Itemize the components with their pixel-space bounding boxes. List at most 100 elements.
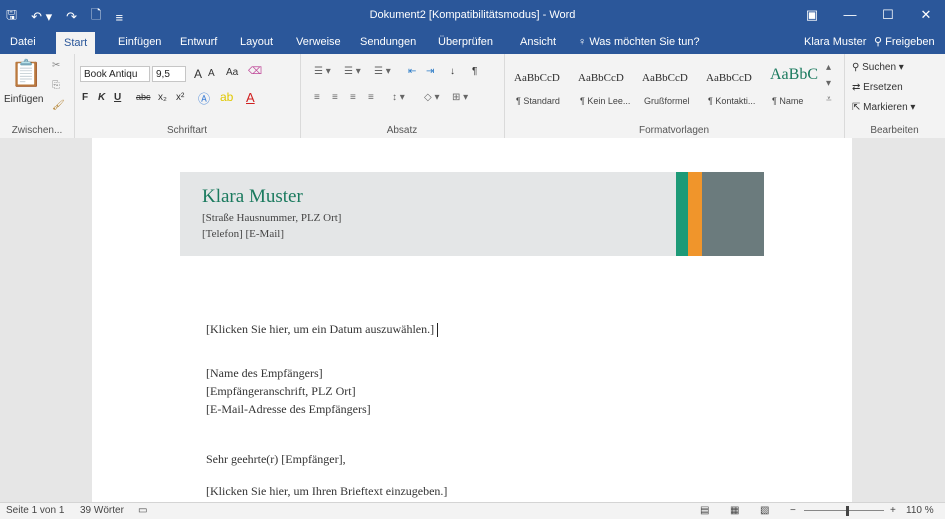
styles-scroll-up-icon[interactable]: ▴ bbox=[826, 62, 831, 73]
date-placeholder[interactable]: [Klicken Sie hier, um ein Datum auszuwäh… bbox=[206, 322, 439, 338]
recipient-name[interactable]: [Name des Empfängers] bbox=[206, 366, 323, 381]
person-icon: ⚲ bbox=[874, 36, 886, 48]
style-sample: AaBbCcD bbox=[578, 72, 624, 84]
bullets-icon[interactable]: ☰ ▾ bbox=[314, 66, 331, 77]
paste-icon[interactable]: 📋 bbox=[10, 58, 42, 89]
superscript-button[interactable]: x² bbox=[176, 92, 184, 103]
style-standard[interactable]: AaBbCcD ¶ Standard bbox=[514, 60, 576, 110]
document-page[interactable]: Klara Muster [Straße Hausnummer, PLZ Ort… bbox=[92, 138, 852, 502]
style-kontaktinfo[interactable]: AaBbCcD ¶ Kontakti... bbox=[706, 60, 768, 110]
tab-entwurf[interactable]: Entwurf bbox=[180, 30, 217, 54]
strikethrough-button[interactable]: abc bbox=[136, 92, 151, 102]
zoom-slider[interactable] bbox=[804, 510, 884, 511]
tab-ueberpruefen[interactable]: Überprüfen bbox=[438, 30, 493, 54]
zoom-in-icon[interactable]: + bbox=[890, 505, 896, 516]
styles-more-icon[interactable]: ⩡ bbox=[826, 94, 832, 105]
tab-verweise[interactable]: Verweise bbox=[296, 30, 341, 54]
user-name[interactable]: Klara Muster bbox=[804, 30, 866, 54]
group-styles: AaBbCcD ¶ Standard AaBbCcD ¶ Kein Lee...… bbox=[504, 54, 845, 138]
style-sample: AaBbCcD bbox=[642, 72, 688, 84]
justify-icon[interactable]: ≡ bbox=[368, 92, 374, 103]
align-left-icon[interactable]: ≡ bbox=[314, 92, 320, 103]
letter-body[interactable]: [Klicken Sie hier, um Ihren Brieftext ei… bbox=[206, 484, 447, 499]
show-marks-icon[interactable]: ¶ bbox=[472, 66, 477, 77]
paragraph-group-label: Absatz bbox=[386, 125, 418, 136]
read-mode-icon[interactable]: ▤ bbox=[700, 505, 709, 516]
increase-indent-icon[interactable]: ⇥ bbox=[426, 66, 434, 77]
style-name: ¶ Kein Lee... bbox=[580, 96, 631, 106]
font-size-combo[interactable]: 9,5 bbox=[152, 66, 186, 82]
sort-icon[interactable]: ↓ bbox=[450, 66, 455, 77]
numbering-icon[interactable]: ☰ ▾ bbox=[344, 66, 361, 77]
zoom-slider-thumb[interactable] bbox=[846, 506, 849, 516]
align-center-icon[interactable]: ≡ bbox=[332, 92, 338, 103]
text-effects-icon[interactable]: Ⓐ bbox=[198, 90, 210, 107]
styles-scroll-down-icon[interactable]: ▾ bbox=[826, 78, 831, 89]
document-workspace[interactable]: Klara Muster [Straße Hausnummer, PLZ Ort… bbox=[0, 138, 945, 502]
style-grussformel[interactable]: AaBbCcD Grußformel bbox=[642, 60, 704, 110]
tab-sendungen[interactable]: Sendungen bbox=[360, 30, 416, 54]
highlight-icon[interactable]: ab bbox=[220, 90, 233, 104]
sender-address[interactable]: [Straße Hausnummer, PLZ Ort] bbox=[202, 212, 341, 224]
salutation[interactable]: Sehr geehrte(r) [Empfänger], bbox=[206, 452, 346, 467]
zoom-out-icon[interactable]: − bbox=[790, 505, 796, 516]
word-count[interactable]: 39 Wörter bbox=[80, 505, 124, 516]
tab-datei[interactable]: Datei bbox=[10, 30, 36, 54]
zoom-level[interactable]: 110 % bbox=[906, 505, 934, 516]
print-layout-icon[interactable]: ▦ bbox=[730, 505, 739, 516]
shading-icon[interactable]: ◇ ▾ bbox=[424, 92, 440, 103]
page-count[interactable]: Seite 1 von 1 bbox=[6, 505, 64, 516]
recipient-address[interactable]: [Empfängeranschrift, PLZ Ort] bbox=[206, 384, 356, 399]
ribbon-display-icon[interactable]: ▣ bbox=[793, 0, 831, 30]
shrink-font-icon[interactable]: A bbox=[208, 68, 215, 79]
proofing-icon[interactable]: ▭ bbox=[138, 505, 147, 516]
accent-bar-green bbox=[676, 172, 688, 256]
italic-button[interactable]: K bbox=[98, 92, 105, 103]
minimize-icon[interactable]: — bbox=[831, 0, 869, 30]
multilevel-list-icon[interactable]: ☰ ▾ bbox=[374, 66, 391, 77]
copy-icon[interactable]: ⎘ bbox=[52, 80, 60, 91]
format-painter-icon[interactable]: 🖌 bbox=[52, 100, 65, 111]
tab-start[interactable]: Start bbox=[56, 32, 96, 54]
find-button[interactable]: ⚲ Suchen ▾ bbox=[852, 62, 904, 73]
share-button[interactable]: ⚲ Freigeben bbox=[874, 30, 935, 54]
ribbon-tabs: Datei Start Einfügen Entwurf Layout Verw… bbox=[0, 30, 945, 54]
paste-button[interactable]: Einfügen bbox=[4, 94, 43, 105]
borders-icon[interactable]: ⊞ ▾ bbox=[452, 92, 468, 103]
grow-font-icon[interactable]: A bbox=[194, 67, 202, 81]
line-spacing-icon[interactable]: ↕ ▾ bbox=[392, 92, 405, 103]
subscript-button[interactable]: x₂ bbox=[158, 92, 167, 103]
align-right-icon[interactable]: ≡ bbox=[350, 92, 356, 103]
replace-button[interactable]: ⇄ Ersetzen bbox=[852, 82, 903, 93]
group-editing: ⚲ Suchen ▾ ⇄ Ersetzen ⇱ Markieren ▾ Bear… bbox=[844, 54, 945, 138]
search-icon: ⚲ bbox=[852, 62, 863, 73]
window-controls: ▣ — ☐ ✕ bbox=[793, 0, 945, 30]
style-sample: AaBbC bbox=[770, 66, 818, 83]
sender-name[interactable]: Klara Muster bbox=[202, 186, 303, 208]
tab-ansicht[interactable]: Ansicht bbox=[520, 30, 556, 54]
underline-button[interactable]: U bbox=[114, 92, 121, 103]
select-button[interactable]: ⇱ Markieren ▾ bbox=[852, 102, 915, 113]
close-icon[interactable]: ✕ bbox=[907, 0, 945, 30]
cursor-icon: ⇱ bbox=[852, 102, 864, 113]
style-sample: AaBbCcD bbox=[706, 72, 752, 84]
maximize-icon[interactable]: ☐ bbox=[869, 0, 907, 30]
style-name: ¶ Name bbox=[772, 96, 804, 106]
clear-format-icon[interactable]: ⌫ bbox=[248, 66, 262, 77]
tell-me-box[interactable]: ♀ Was möchten Sie tun? bbox=[578, 30, 700, 54]
font-color-icon[interactable]: A bbox=[246, 90, 255, 105]
sender-contact[interactable]: [Telefon] [E-Mail] bbox=[202, 228, 284, 240]
tab-layout[interactable]: Layout bbox=[240, 30, 273, 54]
editing-group-label: Bearbeiten bbox=[870, 125, 919, 136]
cut-icon[interactable]: ✂ bbox=[52, 60, 60, 71]
style-kein-leerraum[interactable]: AaBbCcD ¶ Kein Lee... bbox=[578, 60, 640, 110]
decrease-indent-icon[interactable]: ⇤ bbox=[408, 66, 416, 77]
font-name-combo[interactable]: Book Antiqu bbox=[80, 66, 150, 82]
bold-button[interactable]: F bbox=[82, 92, 88, 103]
replace-icon: ⇄ bbox=[852, 82, 864, 93]
recipient-email[interactable]: [E-Mail-Adresse des Empfängers] bbox=[206, 402, 371, 417]
change-case-icon[interactable]: Aa bbox=[226, 67, 238, 78]
style-name-item[interactable]: AaBbC ¶ Name bbox=[770, 60, 822, 110]
web-layout-icon[interactable]: ▧ bbox=[760, 505, 769, 516]
tab-einfuegen[interactable]: Einfügen bbox=[118, 30, 161, 54]
